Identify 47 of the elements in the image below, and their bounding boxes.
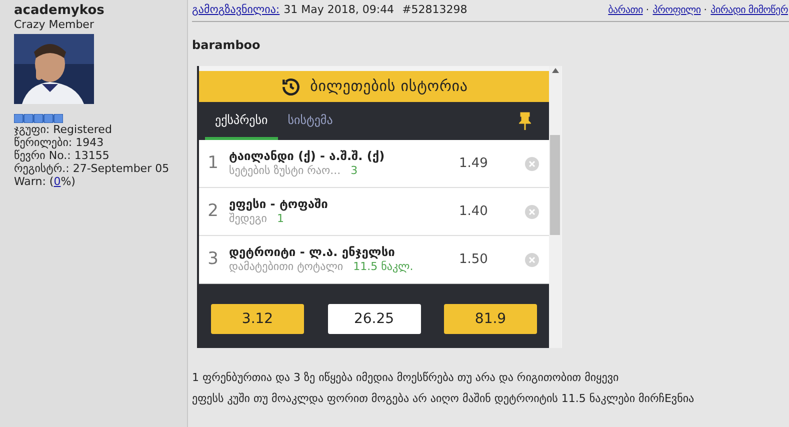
remove-icon[interactable] [525, 156, 539, 170]
bet-pick: 3 [350, 164, 358, 178]
history-icon [280, 76, 302, 98]
tab[interactable]: სისტემა [278, 102, 343, 140]
bet-odds: 1.40 [459, 202, 489, 221]
bet-market: დამატებითი ტოტალი [229, 260, 344, 274]
bet-market: შედეგი [229, 212, 267, 226]
total-value: 81.9 [444, 304, 537, 334]
profile-link[interactable]: პროფილი [652, 3, 701, 18]
remove-icon[interactable] [525, 252, 539, 266]
warn-suffix: %) [60, 175, 76, 188]
posted-link[interactable]: გამოგზავნილია: [192, 2, 280, 19]
remove-icon[interactable] [525, 204, 539, 218]
post-text: ეფესს კუში თუ მოაკლდა ფორით მოგება არ აიღო მაშინ დეტროიტის 11.5 ნაკლები მირჩEვნია [192, 391, 696, 407]
bet-odds: 1.50 [459, 250, 489, 269]
scroll-up-icon [552, 68, 558, 73]
profile-link[interactable]: ბარათი [608, 3, 643, 18]
bet-match: ტაილანდი (ქ) - ა.შ.შ. (ქ) [229, 149, 386, 164]
user-info: რეგისტრ.: 27-September 05 [14, 162, 170, 175]
bet-match: ეფესი - ტოფაში [229, 197, 329, 212]
bet-index: 3 [206, 248, 220, 271]
bet-pick: 1 [276, 212, 284, 226]
bet-odds: 1.49 [459, 154, 489, 173]
username: academykos [14, 3, 106, 18]
bet-market: სეტების ზუსტი რაო... [229, 164, 341, 178]
rank-pips-icon [14, 114, 63, 123]
post-text: 1 ფრენბურთია და 3 ზე იწყება იმედია მოესწრება თუ არა და რიგითობით მიყევი [192, 370, 620, 386]
post-date: 31 May 2018, 09:44 [284, 2, 394, 18]
total-value: 3.12 [211, 304, 304, 334]
separator: · [646, 4, 649, 18]
pin-icon[interactable] [519, 112, 531, 130]
bet-match: დეტროიტი - ლ.ა. ენჯელსი [229, 245, 396, 260]
user-rank: Crazy Member [14, 18, 95, 32]
warn-label: Warn: ( [14, 175, 54, 188]
bet-index: 2 [206, 200, 220, 223]
post-title: baramboo [192, 38, 262, 52]
bet-pick: 11.5 ნაკლ. [353, 260, 414, 274]
user-info: წერილები: 1943 [14, 136, 105, 149]
user-info: წევრი No.: 13155 [14, 149, 110, 162]
post-number: #52813298 [402, 2, 468, 18]
total-value: 26.25 [328, 304, 420, 334]
profile-link[interactable]: პირადი მიმოწერ [710, 3, 788, 18]
separator: · [704, 4, 707, 18]
bet-index: 1 [206, 152, 220, 175]
warn-link[interactable]: 0 [54, 175, 61, 188]
app-title: ბილეთების ისტორია [310, 76, 468, 98]
user-info: ჯგუფი: Registered [14, 123, 113, 136]
